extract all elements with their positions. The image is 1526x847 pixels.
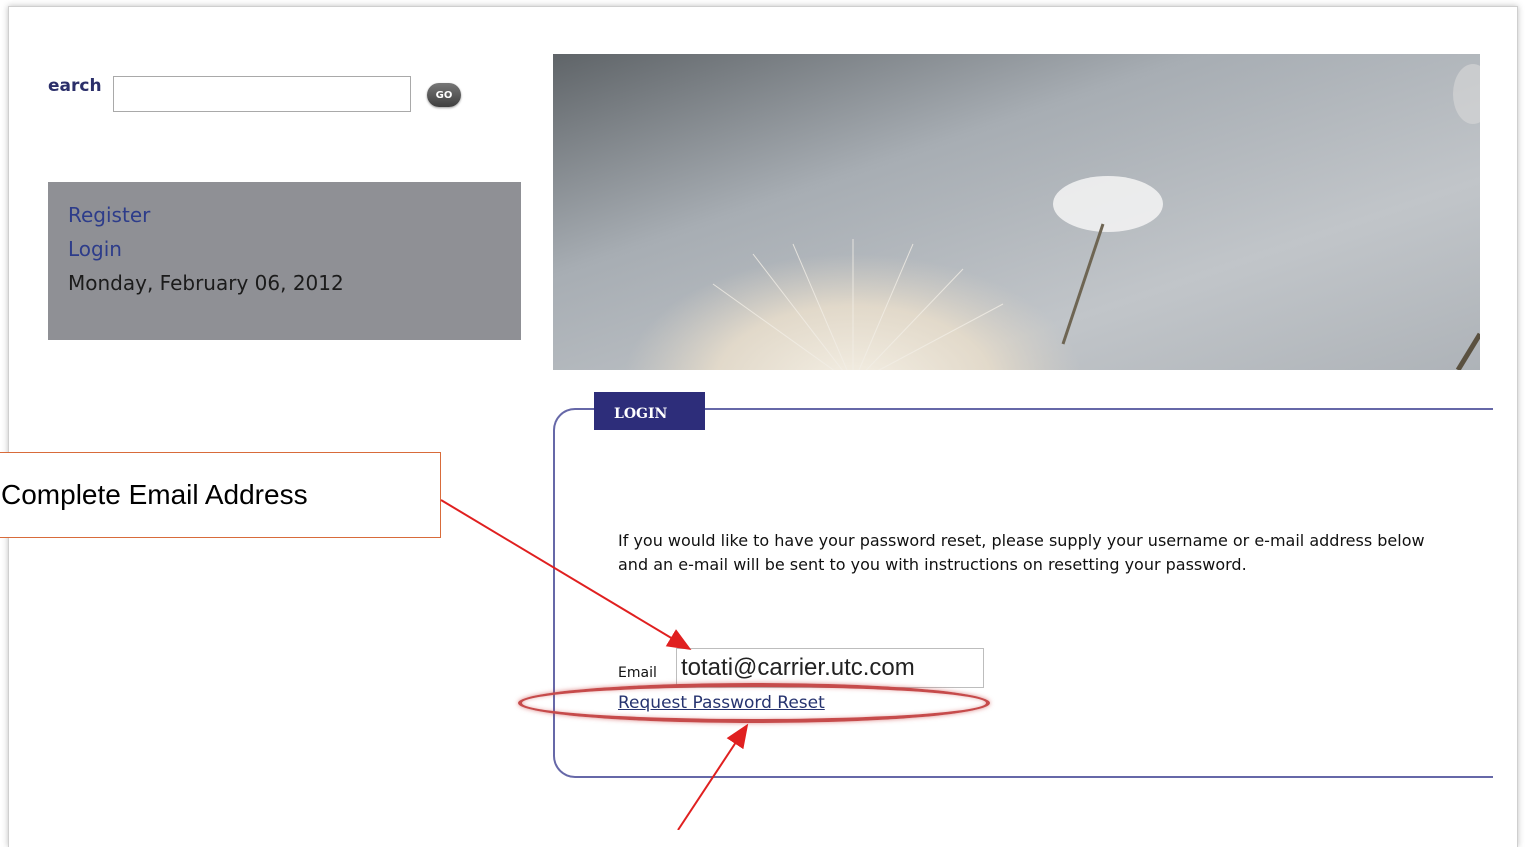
email-label: Email (618, 665, 657, 681)
user-box: Register Login Monday, February 06, 2012 (48, 182, 521, 340)
go-button[interactable]: GO (427, 83, 461, 107)
login-panel (553, 408, 1493, 778)
banner-image (553, 54, 1480, 370)
current-date: Monday, February 06, 2012 (68, 271, 344, 295)
register-link[interactable]: Register (68, 198, 501, 232)
annotation-callout-text: Complete Email Address (1, 479, 308, 510)
email-input[interactable] (676, 648, 984, 688)
search-label: earch (48, 76, 102, 96)
highlight-oval (518, 683, 990, 723)
reset-instructions: If you would like to have your password … (618, 531, 1425, 574)
login-link[interactable]: Login (68, 232, 501, 266)
login-tab: LOGIN (594, 392, 705, 430)
search-input[interactable] (113, 76, 411, 112)
annotation-callout: Complete Email Address (0, 452, 441, 538)
